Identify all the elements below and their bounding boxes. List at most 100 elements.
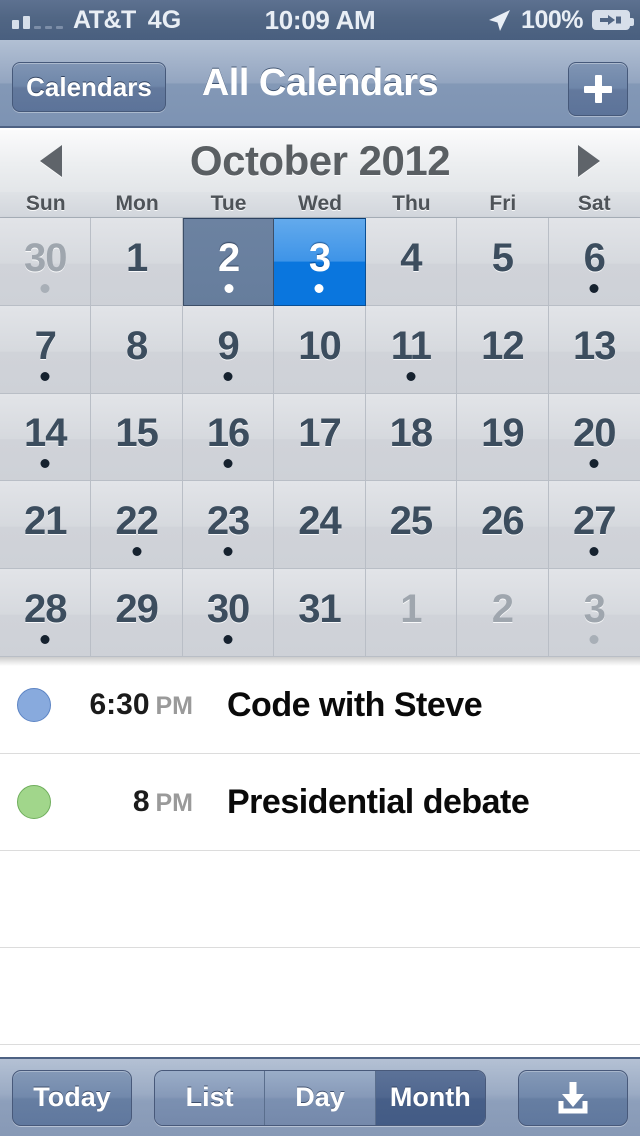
day-number: 4 <box>400 235 422 280</box>
day-cell-16[interactable]: 16 <box>182 393 275 482</box>
day-cell-21[interactable]: 21 <box>0 481 92 570</box>
weekday-label-tue: Tue <box>210 192 247 215</box>
weekday-label-sun: Sun <box>25 192 66 215</box>
day-number: 21 <box>23 499 67 544</box>
month-header: October 2012 <box>0 130 640 192</box>
view-mode-segmented-control[interactable]: List Day Month <box>154 1069 486 1126</box>
view-segment-list[interactable]: List <box>155 1070 266 1125</box>
day-number: 11 <box>390 323 432 368</box>
day-cell-26[interactable]: 26 <box>457 481 549 570</box>
day-cell-31[interactable]: 31 <box>274 569 366 657</box>
event-indicator-dot <box>589 283 599 293</box>
day-number: 10 <box>298 323 341 368</box>
day-cell-4[interactable]: 4 <box>365 218 458 306</box>
day-number: 5 <box>491 235 514 280</box>
plus-icon <box>584 75 612 103</box>
day-cell-19[interactable]: 19 <box>457 393 549 482</box>
day-cell-25[interactable]: 25 <box>365 481 458 570</box>
day-cell-7[interactable]: 7 <box>0 305 92 394</box>
day-cell-22[interactable]: 22 <box>91 481 183 570</box>
weekday-label-fri: Fri <box>489 192 517 215</box>
empty-list-row <box>0 851 640 948</box>
event-list[interactable]: 6:30 PM Code with Steve 8 PM Presidential deb… <box>0 657 640 1057</box>
day-cell-1[interactable]: 1 <box>91 218 183 306</box>
empty-list-row <box>0 948 640 1045</box>
day-cell-24[interactable]: 24 <box>274 481 366 570</box>
event-row[interactable]: 8 PM Presidential debate <box>0 754 640 851</box>
day-number: 20 <box>573 411 616 456</box>
day-cell-10[interactable]: 10 <box>274 305 366 394</box>
event-indicator-dot <box>40 283 50 293</box>
event-row[interactable]: 6:30 PM Code with Steve <box>0 657 640 754</box>
event-indicator-dot <box>223 547 233 557</box>
view-segment-day[interactable]: Day <box>265 1070 376 1125</box>
export-button[interactable] <box>518 1069 628 1126</box>
day-number: 16 <box>206 411 250 456</box>
event-indicator-dot <box>40 459 50 469</box>
status-bar: AT&T 4G 10:09 AM 100% <box>0 0 640 40</box>
day-cell-20[interactable]: 20 <box>548 393 640 482</box>
day-cell-14[interactable]: 14 <box>0 393 92 482</box>
day-cell-2[interactable]: 2 <box>182 218 275 306</box>
event-title: Code with Steve <box>227 685 483 724</box>
day-number: 12 <box>481 323 524 368</box>
plug-glyph <box>600 15 621 25</box>
calendars-back-button[interactable]: Calendars <box>12 62 166 112</box>
day-cell-9[interactable]: 9 <box>182 305 275 394</box>
day-number: 15 <box>115 411 158 456</box>
day-cell-18[interactable]: 18 <box>365 393 458 482</box>
day-cell-15[interactable]: 15 <box>91 393 183 482</box>
battery-percent-label: 100% <box>521 5 583 34</box>
day-cell-3-adjacent[interactable]: 3 <box>548 569 640 657</box>
day-cell-5[interactable]: 5 <box>457 218 549 306</box>
day-cell-30[interactable]: 30 <box>182 569 275 657</box>
day-cell-3[interactable]: 3 <box>274 218 366 306</box>
add-event-button[interactable] <box>568 62 628 116</box>
day-number: 18 <box>389 411 433 456</box>
view-segment-month[interactable]: Month <box>375 1070 485 1125</box>
month-year-label: October 2012 <box>189 137 451 184</box>
navigation-bar: Calendars All Calendars <box>0 40 640 128</box>
event-time-value: 6:30 <box>89 688 150 721</box>
day-cell-11[interactable]: 11 <box>365 305 458 394</box>
event-time-meridiem: PM <box>155 692 194 720</box>
day-cell-28[interactable]: 28 <box>0 569 92 657</box>
event-indicator-dot <box>406 371 416 381</box>
next-month-button[interactable] <box>578 145 600 177</box>
event-indicator-dot <box>40 371 50 381</box>
day-cell-30-adjacent[interactable]: 30 <box>0 218 92 306</box>
day-cell-27[interactable]: 27 <box>548 481 640 570</box>
day-number: 31 <box>298 587 341 632</box>
day-cell-23[interactable]: 23 <box>182 481 275 570</box>
day-cell-1-adjacent[interactable]: 1 <box>365 569 458 657</box>
weekday-label-mon: Mon <box>115 192 159 215</box>
weekday-label-sat: Sat <box>577 192 611 215</box>
day-number: 2 <box>491 587 514 632</box>
previous-month-button[interactable] <box>40 145 62 177</box>
day-number: 23 <box>206 499 250 544</box>
day-cell-17[interactable]: 17 <box>274 393 366 482</box>
day-cell-2-adjacent[interactable]: 2 <box>457 569 549 657</box>
event-indicator-dot <box>589 459 599 469</box>
today-button[interactable]: Today <box>12 1069 132 1126</box>
event-indicator-dot <box>314 283 324 293</box>
day-cell-13[interactable]: 13 <box>548 305 640 394</box>
day-number: 30 <box>206 587 250 632</box>
battery-charging-icon <box>592 10 634 30</box>
location-arrow-icon <box>489 10 511 31</box>
day-number: 17 <box>298 411 341 456</box>
day-cell-12[interactable]: 12 <box>457 305 549 394</box>
day-number: 25 <box>389 499 433 544</box>
download-icon <box>558 1081 588 1113</box>
day-cell-29[interactable]: 29 <box>91 569 183 657</box>
day-number: 29 <box>115 587 158 632</box>
weekday-label-wed: Wed <box>298 192 342 215</box>
event-time-value: 8 <box>132 785 150 818</box>
day-number: 2 <box>217 236 240 281</box>
day-cell-6[interactable]: 6 <box>548 218 640 306</box>
bottom-toolbar: Today List Day Month <box>0 1057 640 1136</box>
day-number: 1 <box>400 587 422 632</box>
event-title: Presidential debate <box>227 782 530 821</box>
day-cell-8[interactable]: 8 <box>91 305 183 394</box>
day-number: 7 <box>34 323 57 368</box>
